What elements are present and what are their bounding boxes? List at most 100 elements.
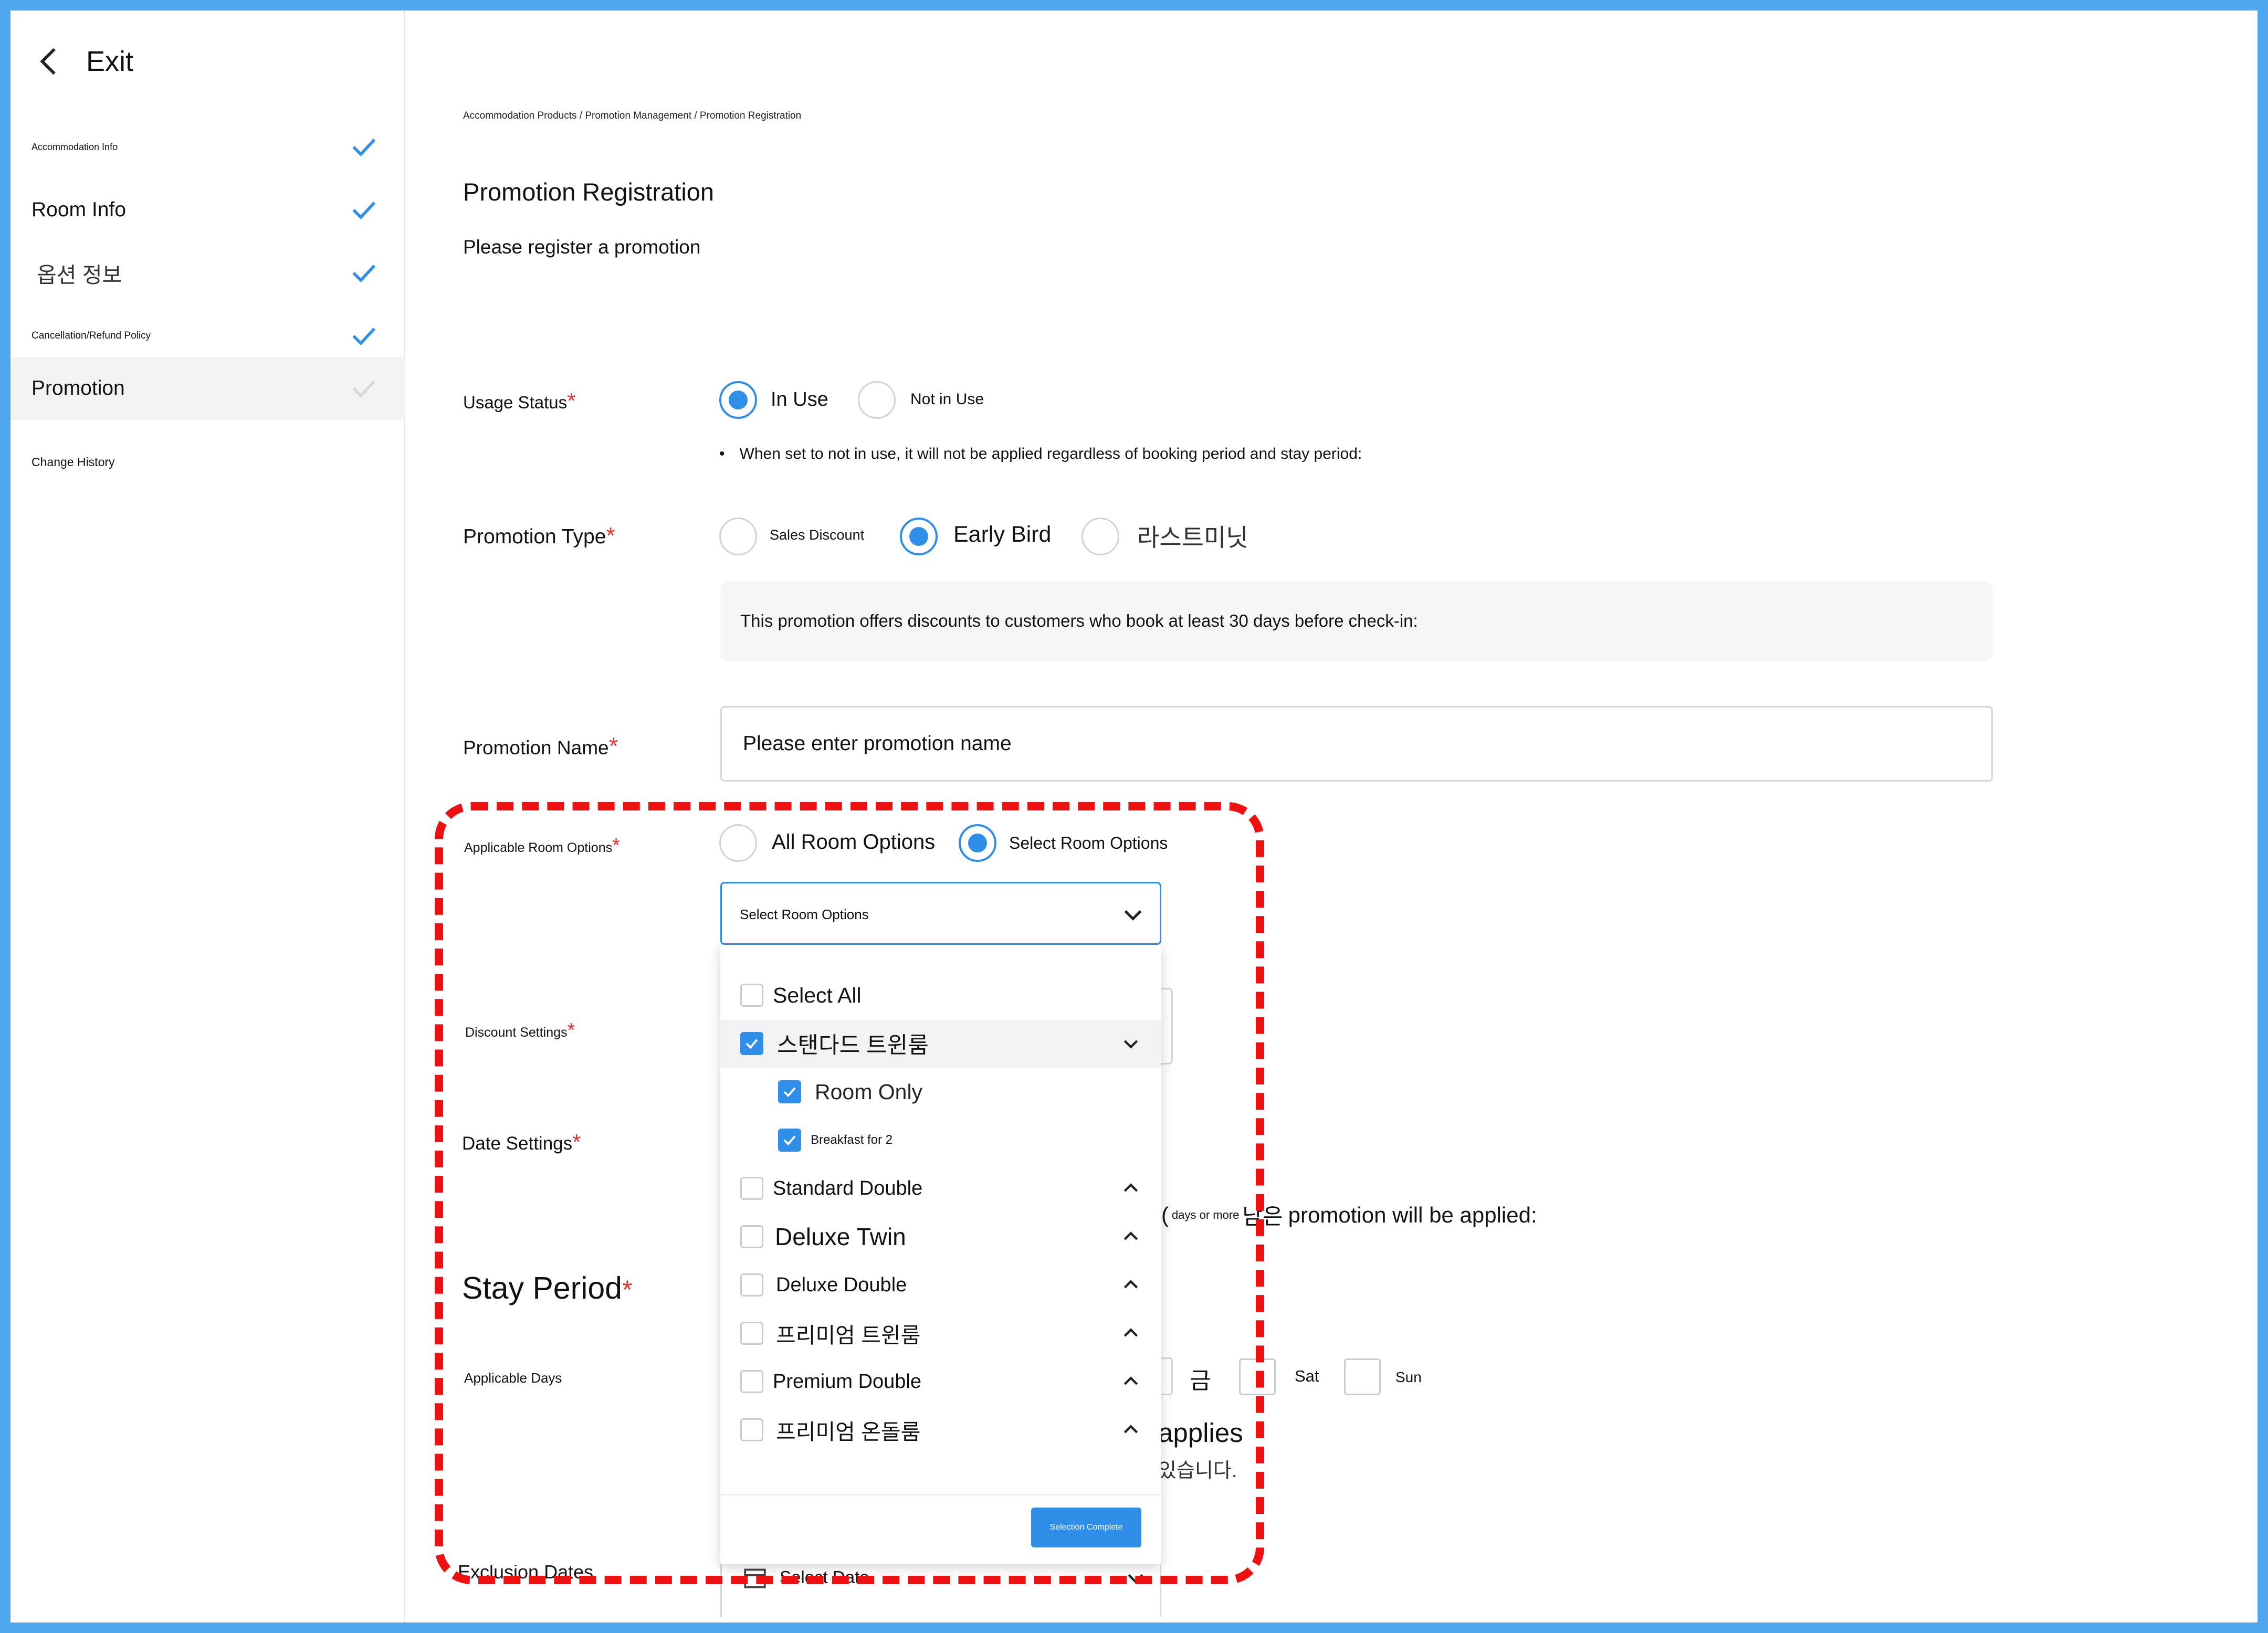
date-settings-sentence: ( days or more 남은 promotion will be appl… bbox=[1161, 1199, 1537, 1231]
checkbox-group[interactable] bbox=[740, 1322, 763, 1345]
select-all-label: Select All bbox=[773, 983, 862, 1007]
sidebar-item-label: Cancellation/Refund Policy bbox=[32, 330, 151, 341]
chevron-up-icon[interactable] bbox=[1120, 1419, 1141, 1440]
group-label: Standard Double bbox=[773, 1177, 923, 1199]
required-mark: * bbox=[567, 1019, 575, 1041]
room-options-label: Applicable Room Options* bbox=[464, 835, 620, 857]
room-options-select[interactable]: Select Room Options bbox=[720, 882, 1161, 945]
dropdown-child-row[interactable]: Room Only bbox=[720, 1068, 1161, 1116]
radio-last-minute[interactable] bbox=[1082, 518, 1119, 555]
checkbox-group[interactable] bbox=[740, 1177, 763, 1200]
radio-sales-discount-label[interactable]: Sales Discount bbox=[770, 527, 864, 543]
chevron-up-icon[interactable] bbox=[1120, 1371, 1141, 1392]
dropdown-group-row[interactable]: Standard Double bbox=[720, 1164, 1161, 1213]
checkbox-group[interactable] bbox=[740, 1225, 763, 1248]
stay-period-label: Stay Period* bbox=[462, 1270, 632, 1306]
applicable-days-label: Applicable Days bbox=[464, 1370, 562, 1386]
dropdown-group-row[interactable]: Deluxe Twin bbox=[720, 1213, 1161, 1261]
dropdown-child-row[interactable]: Breakfast for 2 bbox=[720, 1116, 1161, 1164]
day-checkbox-sun[interactable] bbox=[1344, 1358, 1381, 1395]
checkbox-select-all[interactable] bbox=[740, 984, 763, 1007]
day-checkbox-sat[interactable] bbox=[1239, 1358, 1276, 1395]
sidebar-item-label: Accommodation Info bbox=[32, 141, 118, 152]
promotion-type-label: Promotion Type* bbox=[463, 523, 615, 549]
sidebar-item-label: Change History bbox=[32, 455, 115, 469]
dropdown-group-row[interactable]: 프리미엄 온돌룸 bbox=[720, 1406, 1161, 1454]
group-label: Premium Double bbox=[773, 1370, 921, 1393]
sidebar-item-change-history[interactable]: Change History bbox=[10, 430, 405, 493]
group-label: 스탠다드 트윈룸 bbox=[777, 1033, 929, 1058]
promotion-name-input[interactable] bbox=[720, 706, 1993, 782]
day-label-fri: 금 bbox=[1190, 1368, 1211, 1394]
sidebar-item-room-info[interactable]: Room Info bbox=[10, 178, 405, 241]
usage-status-note: • When set to not in use, it will not be … bbox=[719, 445, 1362, 463]
check-icon bbox=[352, 202, 376, 220]
dropdown-group-row[interactable]: 프리미엄 트윈룸 bbox=[720, 1309, 1161, 1357]
group-label: 프리미엄 온돌룸 bbox=[776, 1420, 921, 1444]
applicable-days-text-2: 있습니다. bbox=[1158, 1460, 1237, 1482]
radio-early-bird-label[interactable]: Early Bird bbox=[953, 522, 1051, 547]
exclusion-dates-label: Exclusion Dates bbox=[458, 1561, 594, 1583]
checkbox-child[interactable] bbox=[778, 1129, 801, 1152]
checkbox-group[interactable] bbox=[740, 1273, 763, 1297]
checkbox-group[interactable] bbox=[740, 1032, 763, 1055]
date-settings-text-3: promotion will be applied: bbox=[1288, 1202, 1537, 1227]
required-mark: * bbox=[606, 523, 615, 549]
date-settings-text-2: 남은 bbox=[1242, 1204, 1283, 1229]
radio-all-room-options[interactable] bbox=[719, 824, 757, 862]
promotion-name-label: Promotion Name* bbox=[463, 732, 618, 760]
radio-in-use[interactable] bbox=[719, 381, 757, 419]
sidebar-item-label: Promotion bbox=[32, 377, 125, 399]
radio-select-room-options-label[interactable]: Select Room Options bbox=[1009, 834, 1168, 853]
applicable-days-text-1: applies bbox=[1158, 1418, 1243, 1448]
promotion-type-description-text: This promotion offers discounts to custo… bbox=[740, 611, 1418, 630]
chevron-up-icon[interactable] bbox=[1120, 1274, 1141, 1295]
usage-status-note-text: When set to not in use, it will not be a… bbox=[739, 445, 1362, 462]
group-label: Deluxe Twin bbox=[775, 1223, 906, 1250]
sidebar: Exit Accommodation Info Room Info 옵션 정보 … bbox=[10, 10, 405, 1623]
chevron-down-icon[interactable] bbox=[1120, 1033, 1141, 1054]
exit-button[interactable]: Exit bbox=[32, 43, 133, 80]
sidebar-item-label: Room Info bbox=[32, 198, 126, 221]
promotion-name-label-text: Promotion Name bbox=[463, 737, 609, 758]
dropdown-group-row[interactable]: Deluxe Double bbox=[720, 1261, 1161, 1309]
check-icon bbox=[352, 265, 376, 283]
required-mark: * bbox=[622, 1275, 633, 1304]
sidebar-item-accommodation-info[interactable]: Accommodation Info bbox=[10, 115, 405, 178]
dropdown-group-row[interactable]: 스탠다드 트윈룸 bbox=[720, 1019, 1161, 1068]
dropdown-select-all[interactable]: Select All bbox=[720, 971, 1161, 1019]
sidebar-item-option-info[interactable]: 옵션 정보 bbox=[10, 241, 405, 304]
radio-not-in-use-label[interactable]: Not in Use bbox=[910, 391, 984, 408]
radio-in-use-label[interactable]: In Use bbox=[771, 388, 828, 411]
discount-settings-label-text: Discount Settings bbox=[465, 1025, 568, 1040]
check-icon bbox=[746, 1039, 758, 1049]
day-label-sat: Sat bbox=[1295, 1367, 1319, 1385]
exit-label: Exit bbox=[86, 46, 134, 77]
dropdown-divider bbox=[720, 1494, 1161, 1495]
child-label: Room Only bbox=[815, 1079, 923, 1104]
usage-status-label: Usage Status* bbox=[463, 388, 575, 414]
selection-complete-button[interactable]: Selection Complete bbox=[1031, 1508, 1141, 1547]
dropdown-group-row[interactable]: Premium Double bbox=[720, 1357, 1161, 1406]
check-icon bbox=[352, 380, 376, 398]
chevron-left-icon bbox=[40, 48, 56, 75]
checkbox-group[interactable] bbox=[740, 1370, 763, 1393]
radio-all-room-options-label[interactable]: All Room Options bbox=[772, 830, 935, 854]
radio-last-minute-label[interactable]: 라스트미닛 bbox=[1137, 519, 1248, 553]
chevron-up-icon[interactable] bbox=[1120, 1323, 1141, 1344]
check-icon bbox=[783, 1135, 796, 1146]
radio-not-in-use[interactable] bbox=[858, 381, 896, 419]
check-icon bbox=[352, 328, 376, 346]
radio-early-bird[interactable] bbox=[900, 518, 938, 555]
exclusion-dates-select[interactable]: Select Date bbox=[720, 1564, 1161, 1617]
chevron-up-icon[interactable] bbox=[1120, 1178, 1141, 1199]
radio-sales-discount[interactable] bbox=[719, 518, 757, 555]
checkbox-group[interactable] bbox=[740, 1418, 763, 1441]
page-title: Promotion Registration bbox=[463, 178, 715, 206]
radio-select-room-options[interactable] bbox=[959, 824, 996, 862]
sidebar-item-promotion[interactable]: Promotion bbox=[10, 357, 405, 420]
promotion-type-description: This promotion offers discounts to custo… bbox=[720, 582, 1993, 661]
chevron-down-icon bbox=[1128, 1574, 1143, 1584]
checkbox-child[interactable] bbox=[778, 1080, 801, 1103]
chevron-up-icon[interactable] bbox=[1120, 1226, 1141, 1247]
